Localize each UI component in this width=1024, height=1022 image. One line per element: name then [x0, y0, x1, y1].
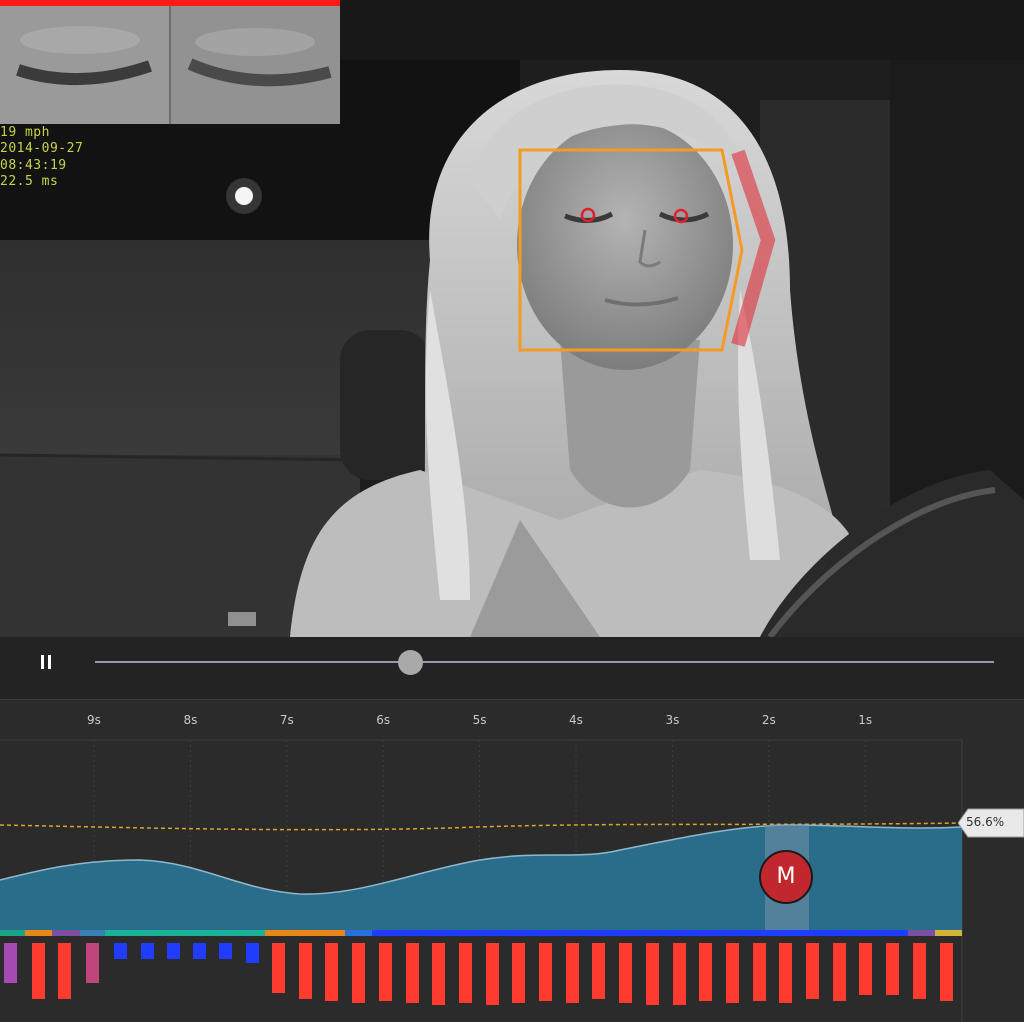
latency-text: 22.5 ms [0, 174, 59, 189]
event-marker[interactable]: M [759, 850, 813, 904]
eye-state-bar [699, 943, 712, 1001]
eye-state-bar [406, 943, 419, 1003]
eye-state-bar [859, 943, 872, 995]
state-strip [0, 930, 962, 936]
state-segment [265, 930, 345, 936]
time-text: 08:43:19 [0, 157, 67, 173]
drowsiness-timeline: 9s 8s 7s 6s 5s 4s 3s 2s 1s [0, 699, 1024, 1022]
state-segment [105, 930, 265, 936]
eye-state-bar [272, 943, 285, 993]
tick-label: 7s [280, 713, 294, 727]
driver-camera-video: W00519 mph2014-09-2708:43:1922.5 ms [0, 0, 1024, 637]
eye-state-bar [114, 943, 127, 959]
eye-state-bar [753, 943, 766, 1001]
eye-state-bar [566, 943, 579, 1003]
state-segment [345, 930, 372, 936]
date-text: 2014-09-27 [0, 141, 84, 156]
state-segment [80, 930, 105, 936]
eye-state-bar [32, 943, 45, 999]
tick-label: 9s [87, 713, 101, 727]
eye-state-bar [299, 943, 312, 999]
eye-state-bar [193, 943, 206, 959]
eye-state-bar [246, 943, 259, 963]
eye-state-bar [806, 943, 819, 999]
eye-state-bar [512, 943, 525, 1003]
eye-state-bar [486, 943, 499, 1005]
tick-label: 2s [762, 713, 776, 727]
eye-state-bar [940, 943, 953, 1001]
current-value-label: 56.6% [958, 807, 1024, 839]
state-segment [372, 930, 908, 936]
tick-label: 5s [473, 713, 487, 727]
eye-state-bar [58, 943, 71, 999]
eye-state-bar [592, 943, 605, 999]
state-segment [0, 930, 25, 936]
state-segment [935, 930, 962, 936]
event-marker-label: M [776, 864, 796, 889]
speed-text: 19 mph [0, 124, 50, 140]
eye-state-bar [325, 943, 338, 1001]
eye-state-bar [459, 943, 472, 1003]
current-value-text: 56.6% [966, 815, 1005, 829]
alert-bar [0, 0, 340, 6]
eye-state-bar [432, 943, 445, 1005]
eye-state-bar [646, 943, 659, 1005]
playback-controls [0, 637, 1024, 699]
eye-state-bar [619, 943, 632, 1003]
drowsiness-area [0, 825, 962, 930]
tick-label: 4s [569, 713, 583, 727]
eye-state-bar [886, 943, 899, 995]
eye-state-bar [539, 943, 552, 1001]
eye-state-bar [779, 943, 792, 1003]
timeline-chart: 9s 8s 7s 6s 5s 4s 3s 2s 1s [0, 713, 963, 1022]
eye-state-bar [379, 943, 392, 1001]
eye-state-bar [86, 943, 99, 983]
eye-state-bar [219, 943, 232, 959]
eye-state-bar [4, 943, 17, 983]
eye-crop-thumbnails [0, 0, 340, 124]
seek-bar[interactable] [95, 661, 994, 663]
state-segment [908, 930, 935, 936]
tick-label: 6s [376, 713, 390, 727]
pause-button[interactable] [36, 652, 58, 674]
eye-state-bar [167, 943, 180, 959]
tick-label: 3s [665, 713, 679, 727]
eye-state-bar [141, 943, 154, 959]
eye-state-bar [833, 943, 846, 1001]
pause-icon [41, 655, 44, 669]
eye-state-bar [673, 943, 686, 1005]
eye-state-bars [4, 943, 953, 1005]
state-segment [52, 930, 80, 936]
tick-label: 1s [858, 713, 872, 727]
eye-state-bar [726, 943, 739, 1003]
state-segment [25, 930, 52, 936]
eye-state-bar [913, 943, 926, 999]
tick-label: 8s [183, 713, 197, 727]
seek-handle[interactable] [398, 650, 423, 675]
eye-state-bar [352, 943, 365, 1003]
